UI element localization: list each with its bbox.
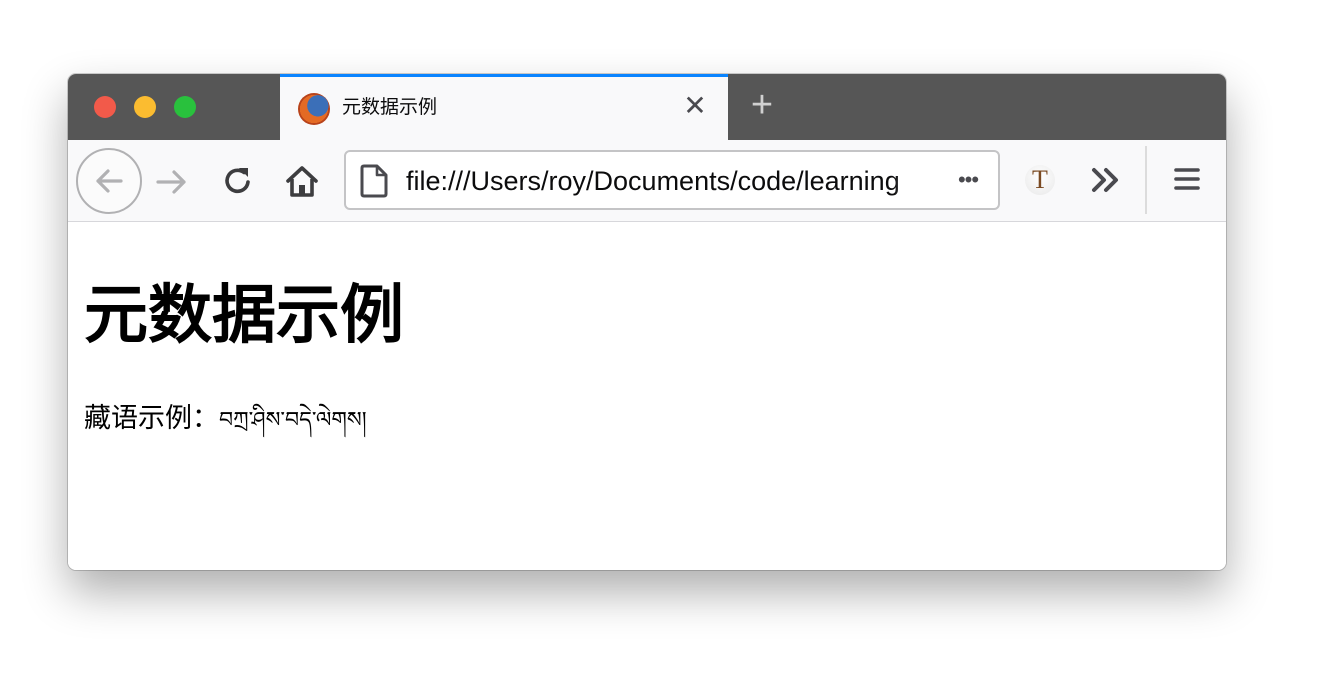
browser-window: 元数据示例 ✕ + file:///Users/roy/Documents/co… (68, 74, 1226, 570)
tibetan-text: བཀྲ་ཤིས་བདེ་ལེགས། (219, 408, 367, 433)
firefox-icon (298, 93, 330, 125)
toolbar-separator (1145, 146, 1147, 214)
tab-bar: 元数据示例 ✕ + (68, 74, 1226, 140)
paragraph-label: 藏语示例： (84, 403, 219, 434)
page-content: 元数据示例 藏语示例：བཀྲ་ཤིས་བདེ་ལེགས། (68, 222, 1226, 570)
page-actions-button[interactable]: ••• (950, 166, 986, 194)
navigation-toolbar: file:///Users/roy/Documents/code/learnin… (68, 140, 1226, 222)
back-button[interactable] (76, 148, 142, 214)
window-zoom-button[interactable] (174, 96, 196, 118)
window-close-button[interactable] (94, 96, 116, 118)
hamburger-icon[interactable] (1172, 164, 1202, 194)
double-chevron-icon[interactable] (1090, 162, 1122, 198)
page-icon (360, 164, 388, 198)
home-button[interactable] (283, 162, 321, 200)
page-paragraph: 藏语示例：བཀྲ་ཤིས་བདེ་ལེགས། (84, 402, 367, 438)
window-minimize-button[interactable] (134, 96, 156, 118)
tab-title: 元数据示例 (342, 97, 438, 118)
new-tab-button[interactable]: + (744, 86, 780, 124)
page-heading: 元数据示例 (84, 279, 404, 353)
arrow-left-icon (96, 169, 123, 193)
url-text[interactable]: file:///Users/roy/Documents/code/learnin… (406, 165, 936, 197)
tab-active[interactable]: 元数据示例 ✕ (280, 74, 728, 140)
extension-button[interactable]: T (1025, 165, 1055, 195)
reload-button[interactable] (220, 163, 256, 199)
forward-button[interactable] (154, 164, 190, 200)
close-tab-icon[interactable]: ✕ (680, 91, 710, 121)
url-bar[interactable]: file:///Users/roy/Documents/code/learnin… (344, 150, 1000, 210)
